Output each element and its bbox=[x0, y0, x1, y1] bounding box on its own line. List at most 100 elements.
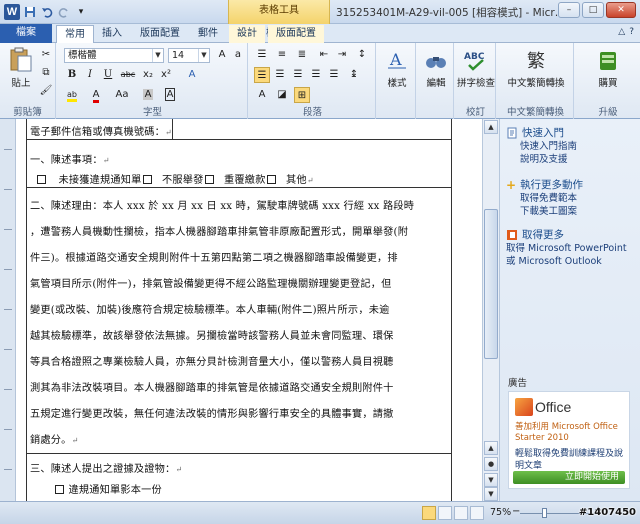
maximize-button[interactable]: □ bbox=[582, 2, 604, 18]
tab-file[interactable]: 檔案 bbox=[0, 24, 52, 43]
download-clipart-link[interactable]: 下載美工圖案 bbox=[520, 205, 636, 218]
statement-items-heading[interactable]: 一、陳述事項：↵ bbox=[30, 151, 110, 166]
minimize-button[interactable]: – bbox=[558, 2, 580, 18]
tab-table-layout[interactable]: 版面配置 bbox=[268, 25, 324, 43]
reason-line-9[interactable]: 五規定進行變更改裝，無任何違法改裝的情形與影響行車安全的具體事實，請撤 bbox=[30, 405, 394, 420]
align-left-icon[interactable]: ☰ bbox=[254, 67, 270, 83]
quickstart-guide-link[interactable]: 快速入門指南 bbox=[520, 140, 636, 153]
subscript-button[interactable]: x₂ bbox=[140, 67, 156, 83]
checkbox-disagree[interactable] bbox=[142, 175, 152, 184]
reason-line-6[interactable]: 越其檢驗標準，故該舉發依法無據。另攔檢當時該警務人員並未會同監理、環保 bbox=[30, 327, 394, 342]
ruler-tick bbox=[4, 349, 12, 350]
scroll-down-icon[interactable]: ▼ bbox=[484, 487, 498, 501]
paste-button[interactable]: 貼上 bbox=[6, 47, 36, 89]
align-center-icon[interactable]: ☰ bbox=[272, 67, 288, 83]
save-icon[interactable] bbox=[23, 5, 37, 19]
reason-line-10[interactable]: 銷處分。↵ bbox=[30, 431, 78, 446]
scroll-up-icon[interactable]: ▲ bbox=[484, 441, 498, 455]
ad-panel[interactable]: Office 善加利用 Microsoft Office Starter 201… bbox=[508, 391, 630, 489]
ad-description[interactable]: 輕鬆取得免費訓練課程及說明文章 bbox=[515, 448, 627, 472]
checkbox-evidence-copy[interactable] bbox=[55, 485, 64, 494]
increase-indent-icon[interactable]: ⇥ bbox=[334, 47, 350, 63]
email-fax-label[interactable]: 電子郵件信箱或傳真機號碼：↵ bbox=[30, 123, 172, 138]
reason-line-2[interactable]: ，遭警務人員機動性攔檢，指本人機器腳踏車排氣管非原廠配置形式，開單舉發(附 bbox=[30, 223, 408, 238]
tab-insert[interactable]: 插入 bbox=[94, 25, 130, 43]
browse-object-icon[interactable]: ● bbox=[484, 457, 498, 471]
styles-button[interactable]: A 樣式 bbox=[382, 47, 412, 89]
vertical-scrollbar[interactable]: ▲ ▲ ● ▼ ▼ bbox=[482, 119, 499, 501]
help-support-link[interactable]: 說明及支援 bbox=[520, 153, 636, 166]
superscript-button[interactable]: x² bbox=[158, 67, 174, 83]
redo-icon[interactable] bbox=[57, 5, 71, 19]
purchase-button[interactable]: 購買 bbox=[590, 47, 626, 89]
reason-line-8[interactable]: 測其為非法改裝項目。本人機器腳踏車的排氣管是依據道路交通安全規則附件十 bbox=[30, 379, 394, 394]
print-layout-view-icon[interactable] bbox=[422, 506, 436, 520]
get-started-button[interactable]: 立即開始使用 bbox=[513, 471, 625, 484]
zoom-out-icon[interactable]: − bbox=[512, 506, 520, 517]
distributed-icon[interactable]: ☰ bbox=[326, 67, 342, 83]
editing-button[interactable]: 編輯 bbox=[421, 47, 451, 89]
highlight-button[interactable]: ab bbox=[64, 87, 80, 103]
justify-icon[interactable]: ☰ bbox=[308, 67, 324, 83]
character-border-button[interactable]: A bbox=[162, 87, 178, 103]
change-case-button[interactable]: Aa bbox=[114, 87, 130, 103]
grow-font-icon[interactable]: A bbox=[214, 47, 230, 63]
help-icon[interactable]: ? bbox=[629, 27, 634, 37]
reason-line-7[interactable]: 等具合格證照之專業檢驗人員，亦無分貝計檢測音量大小，僅以警務人員目視聽 bbox=[30, 353, 394, 368]
get-powerpoint-outlook-link[interactable]: 取得 Microsoft PowerPoint 或 Microsoft Outl… bbox=[506, 242, 636, 268]
strikethrough-button[interactable]: abc bbox=[120, 67, 136, 83]
checkbox-not-notified[interactable] bbox=[37, 175, 46, 184]
text-direction-icon[interactable]: A bbox=[254, 87, 270, 103]
vertical-ruler[interactable] bbox=[0, 119, 16, 501]
underline-button[interactable]: U bbox=[100, 67, 116, 83]
zoom-level[interactable]: 75% bbox=[490, 507, 511, 518]
reason-line-5[interactable]: 變更(或改裝、加裝)後應符合規定檢驗標準。本人車輛(附件二)照片所示，未逾 bbox=[30, 301, 389, 316]
shrink-font-icon[interactable]: a bbox=[230, 47, 246, 63]
full-screen-view-icon[interactable] bbox=[438, 506, 452, 520]
zoom-slider-handle[interactable] bbox=[542, 508, 548, 518]
tab-home[interactable]: 常用 bbox=[56, 25, 94, 44]
chinese-conversion-button[interactable]: 繁 中文繁簡轉換 bbox=[502, 47, 570, 89]
reason-line-1[interactable]: 二、陳述理由：本人 xxx 於 xx 月 xx 日 xx 時，駕駛車牌號碼 xx… bbox=[30, 197, 414, 212]
bold-button[interactable]: B bbox=[64, 67, 80, 83]
reason-line-4[interactable]: 氣管項目所示(附件一)，排氣管設備變更得不經公路監理機關辦理變更登記，但 bbox=[30, 275, 392, 290]
reason-line-3[interactable]: 件三)。根據道路交通安全規則附件十五第四點第二項之機器腳踏車設備變更，排 bbox=[30, 249, 398, 264]
close-button[interactable]: ✕ bbox=[606, 2, 636, 18]
customize-icon[interactable]: ▾ bbox=[74, 5, 88, 19]
scroll-down-icon[interactable]: ▼ bbox=[484, 473, 498, 487]
scrollbar-thumb[interactable] bbox=[484, 209, 498, 359]
checkbox-duplicate-payment[interactable] bbox=[204, 175, 214, 184]
font-color-button[interactable]: A bbox=[88, 87, 104, 103]
free-templates-link[interactable]: 取得免費範本 bbox=[520, 192, 636, 205]
minimize-ribbon-icon[interactable]: △ bbox=[618, 27, 625, 37]
align-right-icon[interactable]: ☰ bbox=[290, 67, 306, 83]
word-logo-icon[interactable]: W bbox=[4, 4, 20, 20]
format-painter-icon[interactable]: 🖌 bbox=[38, 83, 54, 99]
character-shading-button[interactable]: A bbox=[140, 87, 156, 103]
checkbox-other[interactable] bbox=[266, 175, 276, 184]
spelling-check-button[interactable]: ABC 拼字檢查 bbox=[456, 47, 496, 89]
sort-icon[interactable]: ↕ bbox=[354, 47, 370, 63]
document-area[interactable]: 電子郵件信箱或傳真機號碼：↵ 一、陳述事項：↵ 未接獲違規通知單 不服舉發 重覆… bbox=[16, 119, 482, 501]
web-layout-view-icon[interactable] bbox=[454, 506, 468, 520]
shading-icon[interactable]: ◪ bbox=[274, 87, 290, 103]
undo-icon[interactable] bbox=[40, 5, 54, 19]
evidence-heading[interactable]: 三、陳述人提出之證據及證物：↵ bbox=[30, 460, 182, 475]
italic-button[interactable]: I bbox=[82, 67, 98, 83]
borders-icon[interactable]: ⊞ bbox=[294, 87, 310, 103]
font-name-combo[interactable]: 標楷體 ▼ bbox=[64, 48, 164, 63]
tab-page-layout[interactable]: 版面配置 bbox=[132, 25, 188, 43]
cut-icon[interactable]: ✂ bbox=[38, 47, 54, 63]
tab-mailings[interactable]: 郵件 bbox=[190, 25, 226, 43]
scroll-up-icon[interactable]: ▲ bbox=[484, 120, 498, 134]
font-size-combo[interactable]: 14 ▼ bbox=[168, 48, 210, 63]
outline-view-icon[interactable] bbox=[470, 506, 484, 520]
decrease-indent-icon[interactable]: ⇤ bbox=[316, 47, 332, 63]
bullets-icon[interactable]: ☰ bbox=[254, 47, 270, 63]
numbering-icon[interactable]: ≡ bbox=[274, 47, 290, 63]
copy-icon[interactable]: ⧉ bbox=[38, 65, 54, 81]
multilevel-list-icon[interactable]: ≣ bbox=[294, 47, 310, 63]
tab-table-design[interactable]: 設計 bbox=[229, 25, 265, 43]
line-spacing-icon[interactable]: ↨ bbox=[346, 67, 362, 83]
text-effects-button[interactable]: A bbox=[184, 67, 200, 83]
